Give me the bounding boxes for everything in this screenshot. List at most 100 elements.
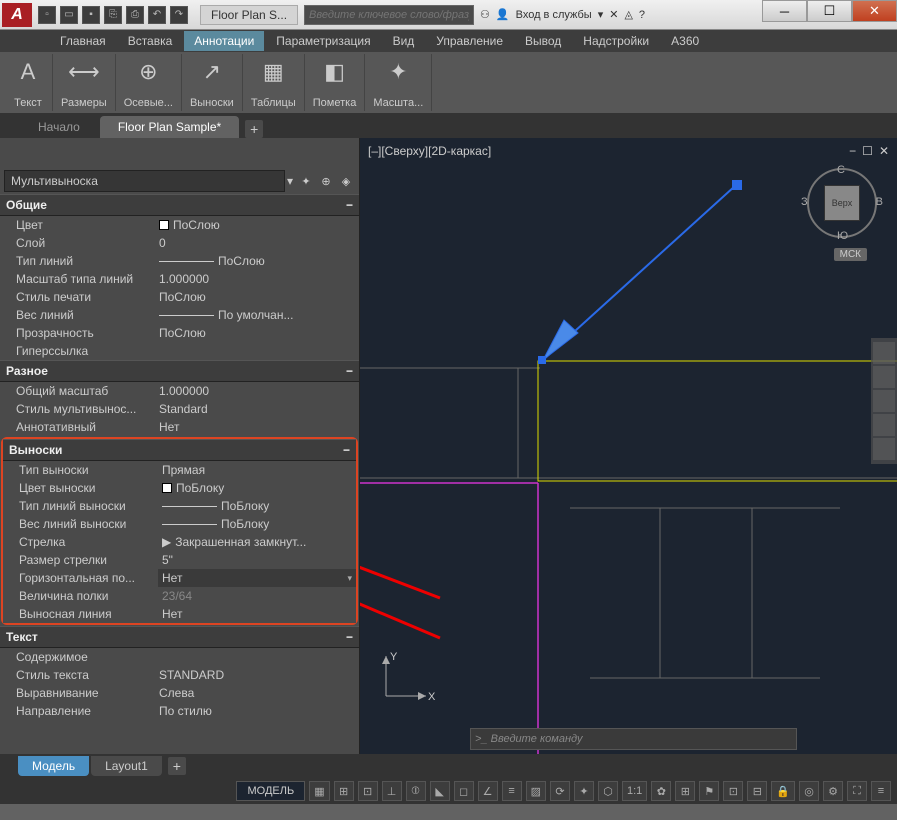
qat-open-icon[interactable]: ▭ — [60, 6, 78, 24]
infocenter-icon[interactable]: ⚇ — [480, 8, 490, 21]
qat-save-icon[interactable]: ▪ — [82, 6, 100, 24]
val-extline[interactable]: Нет — [158, 605, 356, 623]
tab-active-doc[interactable]: Floor Plan Sample* — [100, 116, 239, 138]
menu-надстройки[interactable]: Надстройки — [573, 31, 659, 51]
val-arrow[interactable]: ▶ Закрашенная замкнут... — [158, 533, 356, 551]
val-mlstyle[interactable]: Standard — [155, 400, 359, 418]
pickadd-icon[interactable]: ⊕ — [317, 172, 335, 190]
status-annoscale-icon[interactable]: ✦ — [574, 781, 594, 801]
signin-icon[interactable]: 👤 — [496, 8, 510, 21]
status-grid-icon[interactable]: ▦ — [309, 781, 329, 801]
tab-model[interactable]: Модель — [18, 756, 89, 776]
val-justify[interactable]: Слева — [155, 684, 359, 702]
menu-вид[interactable]: Вид — [383, 31, 425, 51]
val-ldlweight[interactable]: ПоБлоку — [158, 515, 356, 533]
qat-saveas-icon[interactable]: ⎘ — [104, 6, 122, 24]
val-layer[interactable]: 0 — [155, 234, 359, 252]
val-ldtype[interactable]: Прямая — [158, 461, 356, 479]
ribbon-масшта[interactable]: ✦Масшта... — [365, 54, 432, 111]
search-input[interactable] — [304, 5, 474, 25]
exchange-icon[interactable]: ✕ — [609, 8, 618, 21]
status-cycle-icon[interactable]: ⟳ — [550, 781, 570, 801]
status-infer-icon[interactable]: ⊡ — [358, 781, 378, 801]
quickselect-icon[interactable]: ✦ — [297, 172, 315, 190]
val-tstyle[interactable]: STANDARD — [155, 666, 359, 684]
maximize-button[interactable]: ☐ — [807, 0, 852, 22]
status-osnap-icon[interactable]: ◻ — [454, 781, 474, 801]
ribbon-размеры[interactable]: ⟷Размеры — [53, 54, 116, 111]
qat-redo-icon[interactable]: ↷ — [170, 6, 188, 24]
nav-pan-icon[interactable] — [873, 366, 895, 388]
status-lock-icon[interactable]: 🔒 — [771, 781, 795, 801]
status-annomon-icon[interactable]: ⚑ — [699, 781, 719, 801]
section-misc[interactable]: Разное− — [0, 360, 359, 382]
help-icon[interactable]: ? — [639, 9, 645, 21]
val-hyper[interactable] — [155, 349, 359, 353]
tab-start[interactable]: Начало — [20, 116, 98, 138]
section-general[interactable]: Общие− — [0, 194, 359, 216]
val-lweight[interactable]: По умолчан... — [155, 306, 359, 324]
status-units-icon[interactable]: ⊡ — [723, 781, 743, 801]
val-ldcolor[interactable]: ПоБлоку — [158, 479, 356, 497]
status-scale[interactable]: 1:1 — [622, 781, 647, 801]
ribbon-таблицы[interactable]: ▦Таблицы — [243, 54, 305, 111]
section-text[interactable]: Текст− — [0, 626, 359, 648]
status-custom-icon[interactable]: ≡ — [871, 781, 891, 801]
status-otrack-icon[interactable]: ∠ — [478, 781, 498, 801]
status-lweight-icon[interactable]: ≡ — [502, 781, 522, 801]
menu-вставка[interactable]: Вставка — [118, 31, 183, 51]
menu-управление[interactable]: Управление — [426, 31, 513, 51]
nav-showmotion-icon[interactable] — [873, 438, 895, 460]
close-button[interactable]: ✕ — [852, 0, 897, 22]
ribbon-выноски[interactable]: ↗Выноски — [182, 54, 243, 111]
add-layout-button[interactable]: + — [168, 757, 186, 775]
ribbon-текст[interactable]: AТекст — [4, 54, 53, 111]
status-quickprops-icon[interactable]: ⊟ — [747, 781, 767, 801]
status-isolate-icon[interactable]: ◎ — [799, 781, 819, 801]
val-oscale[interactable]: 1.000000 — [155, 382, 359, 400]
status-clean-icon[interactable]: ⛶ — [847, 781, 867, 801]
status-ortho-icon[interactable]: ⊥ — [382, 781, 402, 801]
ribbon-осевые[interactable]: ⊕Осевые... — [116, 54, 182, 111]
status-model[interactable]: МОДЕЛЬ — [236, 781, 305, 801]
val-hland[interactable]: Нет — [158, 569, 356, 587]
val-ltype[interactable]: ПоСлою — [155, 252, 359, 270]
tab-layout1[interactable]: Layout1 — [91, 756, 162, 776]
menu-аннотации[interactable]: Аннотации — [184, 31, 264, 51]
status-transparency-icon[interactable]: ▨ — [526, 781, 546, 801]
qat-new-icon[interactable]: ▫ — [38, 6, 56, 24]
nav-wheel-icon[interactable] — [873, 342, 895, 364]
menu-главная[interactable]: Главная — [50, 31, 116, 51]
status-snap-icon[interactable]: ⊞ — [334, 781, 354, 801]
add-tab-button[interactable]: + — [245, 120, 263, 138]
val-arrowsz[interactable]: 5" — [158, 551, 356, 569]
a360-icon[interactable]: ◬ — [624, 8, 632, 21]
nav-zoom-icon[interactable] — [873, 390, 895, 412]
val-anno[interactable]: Нет — [155, 418, 359, 436]
signin-label[interactable]: Вход в службы — [516, 9, 592, 21]
menu-a360[interactable]: A360 — [661, 31, 709, 51]
val-lscale[interactable]: 1.000000 — [155, 270, 359, 288]
val-pstyle[interactable]: ПоСлою — [155, 288, 359, 306]
val-content[interactable] — [155, 655, 359, 659]
command-line[interactable]: >_ Введите команду — [470, 728, 797, 750]
menu-параметризация[interactable]: Параметризация — [266, 31, 380, 51]
minimize-button[interactable]: ─ — [762, 0, 807, 22]
viewcube[interactable]: Верх С Ю З В — [807, 168, 877, 238]
status-gear-icon[interactable]: ✿ — [651, 781, 671, 801]
app-logo[interactable]: A — [2, 3, 32, 27]
status-workspace-icon[interactable]: ⊞ — [675, 781, 695, 801]
menu-вывод[interactable]: Вывод — [515, 31, 571, 51]
status-polar-icon[interactable]: ⦶ — [406, 781, 426, 801]
object-type-select[interactable]: Мультивыноска — [4, 170, 285, 192]
val-color[interactable]: ПоСлою — [155, 216, 359, 234]
status-iso-icon[interactable]: ◣ — [430, 781, 450, 801]
qat-undo-icon[interactable]: ↶ — [148, 6, 166, 24]
section-leaders[interactable]: Выноски− — [3, 439, 356, 461]
coord-system-label[interactable]: МСК — [834, 248, 867, 261]
val-dir[interactable]: По стилю — [155, 702, 359, 720]
status-annovis-icon[interactable]: ⬡ — [598, 781, 618, 801]
drawing-canvas[interactable]: [–][Сверху][2D-каркас] − ☐ ✕ — [360, 138, 897, 754]
val-transp[interactable]: ПоСлою — [155, 324, 359, 342]
selectobj-icon[interactable]: ◈ — [337, 172, 355, 190]
